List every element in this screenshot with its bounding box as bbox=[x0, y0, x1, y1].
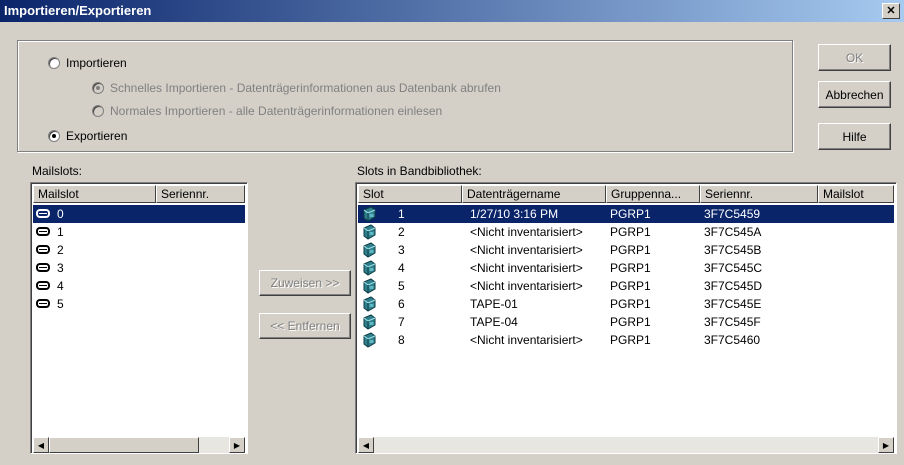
serial-number: 3F7C545C bbox=[704, 261, 763, 275]
remove-button[interactable]: << Entfernen bbox=[259, 313, 351, 339]
group-name: PGRP1 bbox=[610, 225, 651, 239]
title-bar: Importieren/Exportieren ✕ bbox=[0, 0, 904, 22]
serial-number: 3F7C545F bbox=[704, 315, 761, 329]
mailslots-list[interactable]: Mailslot Seriennr. 0 1 2 3 4 5 ◀ ▶ bbox=[30, 182, 248, 454]
library-slot-row[interactable]: 1 1/27/10 3:16 PM PGRP1 3F7C5459 bbox=[358, 205, 894, 223]
mailslot-number: 5 bbox=[57, 297, 64, 311]
mailslots-label: Mailslots: bbox=[32, 164, 83, 178]
mailslot-icon bbox=[36, 299, 50, 308]
radio-normal-import-label: Normales Importieren - alle Datenträgeri… bbox=[110, 104, 443, 118]
radio-export-dot[interactable] bbox=[48, 130, 60, 142]
mailslot-row[interactable]: 4 bbox=[33, 277, 245, 295]
col-header-volume-name[interactable]: Datenträgername bbox=[462, 185, 606, 203]
group-name: PGRP1 bbox=[610, 297, 651, 311]
mailslot-row[interactable]: 2 bbox=[33, 241, 245, 259]
ok-button[interactable]: OK bbox=[818, 44, 891, 71]
library-slots-label: Slots in Bandbibliothek: bbox=[357, 164, 482, 178]
radio-export[interactable]: Exportieren bbox=[48, 129, 127, 143]
serial-number: 3F7C545B bbox=[704, 243, 762, 257]
volume-name: <Nicht inventarisiert> bbox=[470, 225, 583, 239]
radio-normal-import: Normales Importieren - alle Datenträgeri… bbox=[92, 104, 442, 118]
serial-number: 3F7C545A bbox=[704, 225, 762, 239]
radio-import[interactable]: Importieren bbox=[48, 56, 127, 70]
mailslot-icon bbox=[36, 209, 50, 218]
group-name: PGRP1 bbox=[610, 261, 651, 275]
help-button[interactable]: Hilfe bbox=[818, 123, 891, 150]
volume-name: 1/27/10 3:16 PM bbox=[470, 207, 559, 221]
volume-name: <Nicht inventarisiert> bbox=[470, 243, 583, 257]
mailslot-row[interactable]: 3 bbox=[33, 259, 245, 277]
mailslot-number: 2 bbox=[57, 243, 64, 257]
radio-normal-import-dot bbox=[92, 105, 104, 117]
group-name: PGRP1 bbox=[610, 279, 651, 293]
mailslot-icon bbox=[36, 245, 50, 254]
serial-number: 3F7C545D bbox=[704, 279, 763, 293]
col-header-library-mailslot[interactable]: Mailslot bbox=[818, 185, 894, 203]
col-header-slot[interactable]: Slot bbox=[358, 185, 462, 203]
mailslot-icon bbox=[36, 281, 50, 290]
library-slot-row[interactable]: 4 <Nicht inventarisiert> PGRP1 3F7C545C bbox=[358, 259, 894, 277]
cancel-button[interactable]: Abbrechen bbox=[818, 81, 891, 108]
mailslot-row[interactable]: 1 bbox=[33, 223, 245, 241]
mailslot-number: 4 bbox=[57, 279, 64, 293]
col-header-group-name[interactable]: Gruppenna... bbox=[606, 185, 700, 203]
slot-number: 4 bbox=[398, 261, 405, 275]
library-slot-row[interactable]: 6 TAPE-01 PGRP1 3F7C545E bbox=[358, 295, 894, 313]
mailslot-row[interactable]: 5 bbox=[33, 295, 245, 313]
library-slot-row[interactable]: 3 <Nicht inventarisiert> PGRP1 3F7C545B bbox=[358, 241, 894, 259]
mailslot-row[interactable]: 0 bbox=[33, 205, 245, 223]
group-name: PGRP1 bbox=[610, 315, 651, 329]
volume-name: TAPE-04 bbox=[470, 315, 518, 329]
mailslot-icon bbox=[36, 263, 50, 272]
scroll-thumb[interactable] bbox=[49, 437, 199, 453]
col-header-library-serial[interactable]: Seriennr. bbox=[700, 185, 818, 203]
radio-import-label: Importieren bbox=[66, 56, 127, 70]
mailslot-number: 3 bbox=[57, 261, 64, 275]
radio-import-dot[interactable] bbox=[48, 57, 60, 69]
col-header-serial[interactable]: Seriennr. bbox=[156, 185, 245, 203]
dialog-title: Importieren/Exportieren bbox=[4, 3, 152, 18]
serial-number: 3F7C545E bbox=[704, 297, 762, 311]
serial-number: 3F7C5460 bbox=[704, 333, 761, 347]
mailslot-number: 0 bbox=[57, 207, 64, 221]
tape-cartridge-icon bbox=[361, 332, 377, 351]
scroll-right-icon[interactable]: ▶ bbox=[229, 437, 245, 453]
scroll-right-icon[interactable]: ▶ bbox=[878, 437, 894, 453]
radio-fast-import-dot bbox=[92, 82, 104, 94]
library-slot-row[interactable]: 8 <Nicht inventarisiert> PGRP1 3F7C5460 bbox=[358, 331, 894, 349]
slot-number: 6 bbox=[398, 297, 405, 311]
volume-name: <Nicht inventarisiert> bbox=[470, 333, 583, 347]
assign-button[interactable]: Zuweisen >> bbox=[259, 270, 351, 296]
library-slot-row[interactable]: 5 <Nicht inventarisiert> PGRP1 3F7C545D bbox=[358, 277, 894, 295]
mailslot-icon bbox=[36, 227, 50, 236]
radio-fast-import-label: Schnelles Importieren - Datenträgerinfor… bbox=[110, 81, 501, 95]
group-name: PGRP1 bbox=[610, 333, 651, 347]
volume-name: TAPE-01 bbox=[470, 297, 518, 311]
slot-number: 5 bbox=[398, 279, 405, 293]
slot-number: 8 bbox=[398, 333, 405, 347]
radio-fast-import: Schnelles Importieren - Datenträgerinfor… bbox=[92, 81, 501, 95]
library-slot-row[interactable]: 2 <Nicht inventarisiert> PGRP1 3F7C545A bbox=[358, 223, 894, 241]
group-name: PGRP1 bbox=[610, 207, 651, 221]
scroll-left-icon[interactable]: ◀ bbox=[358, 437, 374, 453]
mailslots-hscrollbar[interactable]: ◀ ▶ bbox=[33, 437, 245, 453]
scroll-left-icon[interactable]: ◀ bbox=[33, 437, 49, 453]
col-header-mailslot[interactable]: Mailslot bbox=[33, 185, 156, 203]
radio-export-label: Exportieren bbox=[66, 129, 128, 143]
library-hscrollbar[interactable]: ◀ ▶ bbox=[358, 437, 894, 453]
mode-group bbox=[17, 40, 793, 152]
close-button[interactable]: ✕ bbox=[882, 3, 900, 19]
volume-name: <Nicht inventarisiert> bbox=[470, 279, 583, 293]
slot-number: 1 bbox=[398, 207, 405, 221]
volume-name: <Nicht inventarisiert> bbox=[470, 261, 583, 275]
slot-number: 3 bbox=[398, 243, 405, 257]
mailslot-number: 1 bbox=[57, 225, 64, 239]
library-slot-row[interactable]: 7 TAPE-04 PGRP1 3F7C545F bbox=[358, 313, 894, 331]
serial-number: 3F7C5459 bbox=[704, 207, 761, 221]
slot-number: 2 bbox=[398, 225, 405, 239]
group-name: PGRP1 bbox=[610, 243, 651, 257]
slot-number: 7 bbox=[398, 315, 405, 329]
library-slots-list[interactable]: Slot Datenträgername Gruppenna... Serien… bbox=[355, 182, 897, 454]
